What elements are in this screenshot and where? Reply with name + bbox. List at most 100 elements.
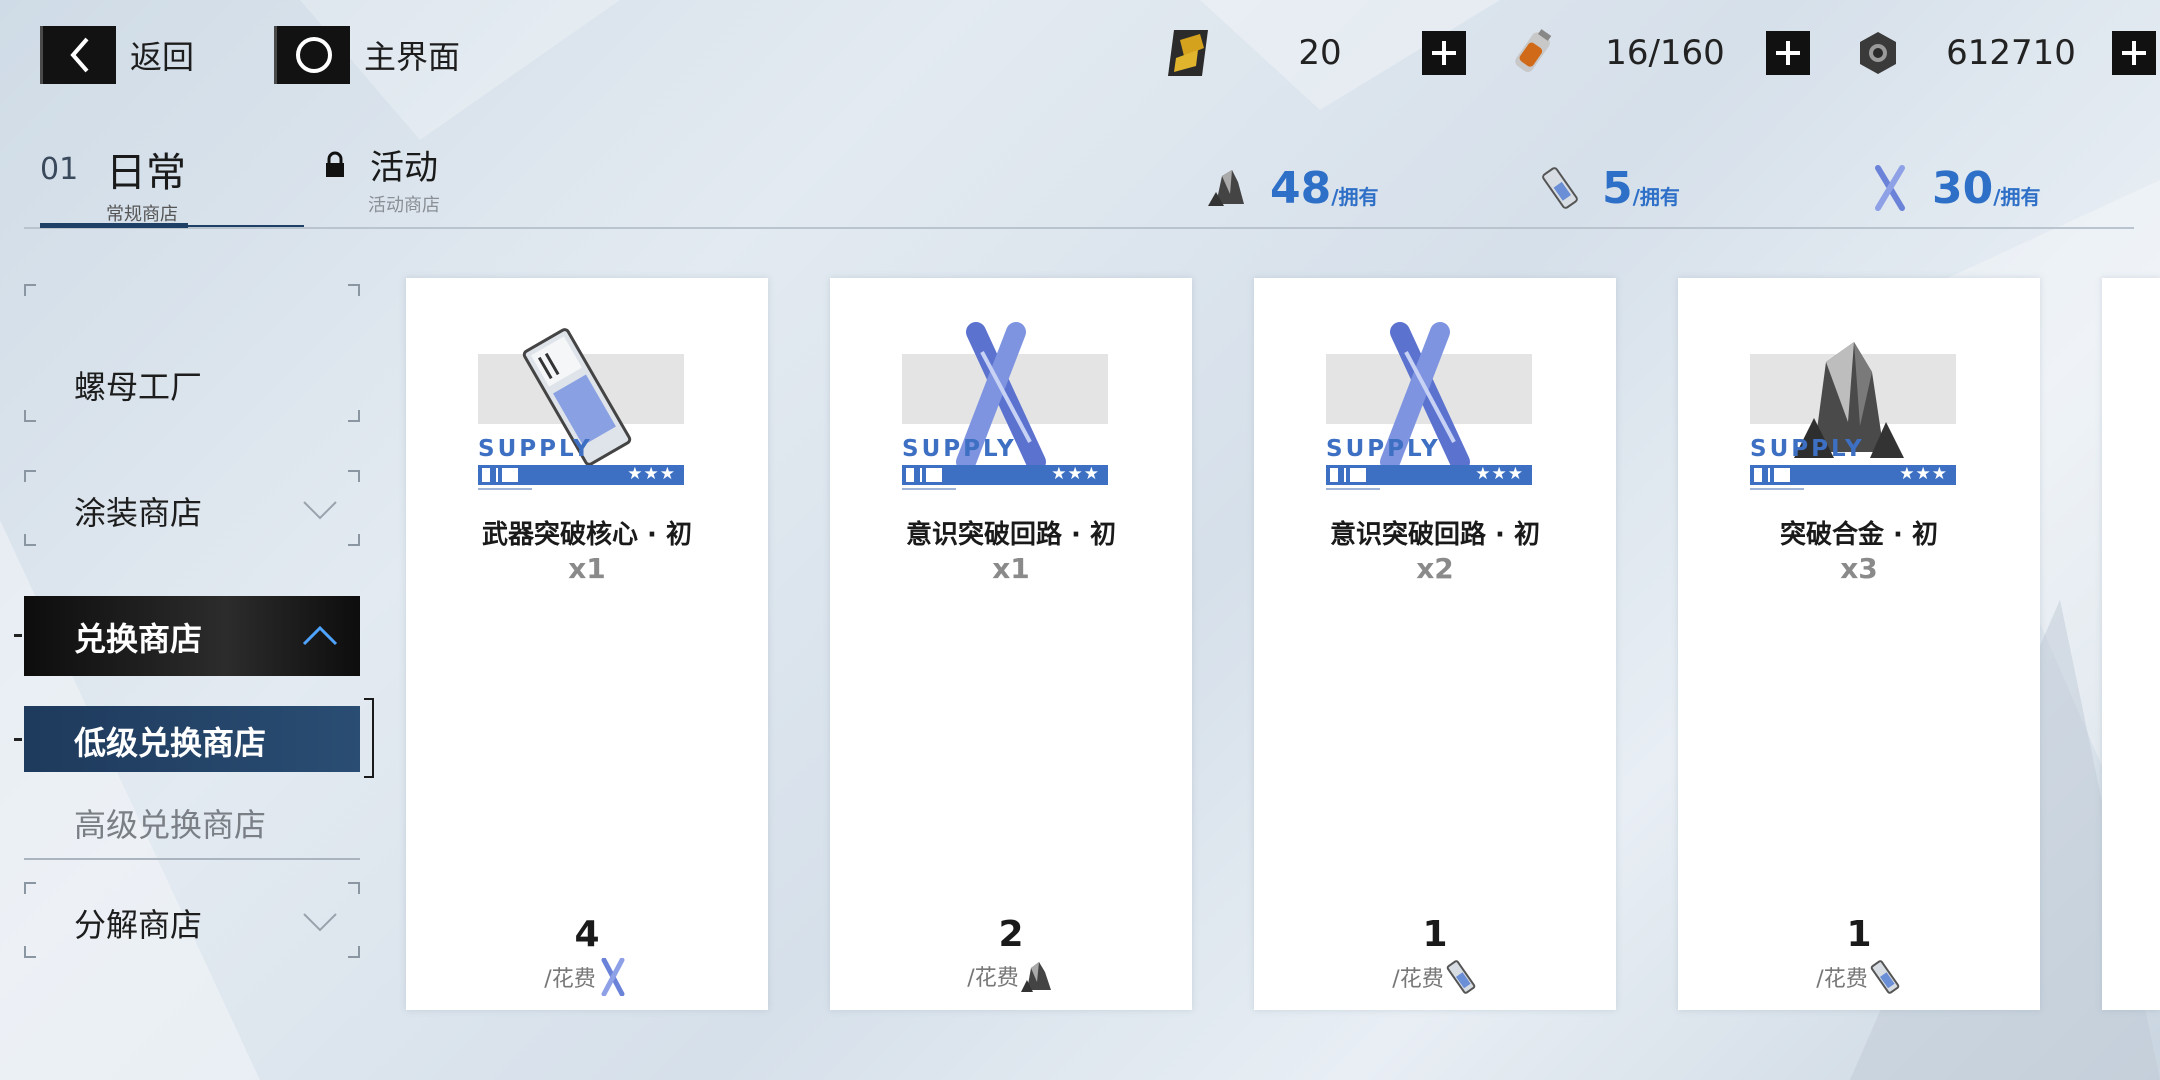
sidebar-label: 涂装商店 xyxy=(74,494,203,532)
sidebar-item-low-exchange[interactable]: 低级兑换商店 xyxy=(24,706,360,772)
home-label: 主界面 xyxy=(364,38,461,76)
resource-value-blackcard: 20 xyxy=(1298,33,1342,73)
resource-value-serum: 16/160 xyxy=(1605,33,1725,73)
tab-active-indicator-tail xyxy=(188,225,304,227)
add-blackcard-button[interactable] xyxy=(1422,31,1466,75)
sidebar-label: 螺母工厂 xyxy=(74,368,203,406)
chevron-down-icon xyxy=(303,913,337,932)
back-label: 返回 xyxy=(130,38,195,76)
owned-suffix: /拥有 xyxy=(1331,184,1379,209)
card-underline xyxy=(902,488,956,490)
card-item-name: 武器突破核心 · 初 xyxy=(482,520,692,550)
plus-icon xyxy=(1432,41,1456,65)
card-cost-label: /花费 xyxy=(1392,967,1444,992)
tab-daily-label: 日常 xyxy=(106,150,186,196)
card-item-name: 意识突破回路 · 初 xyxy=(906,520,1116,550)
resource-blackcard: 20 xyxy=(1160,26,1470,80)
card-item-qty: x1 xyxy=(568,552,606,585)
chevron-down-icon xyxy=(303,501,337,520)
owned-circuit: 30 /拥有 xyxy=(1866,160,2041,216)
card-rarity-bar: ★★★ xyxy=(1326,464,1532,485)
sidebar-item-decompose-shop[interactable]: 分解商店 xyxy=(24,882,360,958)
card-underline xyxy=(478,488,532,490)
resource-serum: 16/160 xyxy=(1504,26,1814,80)
card-rarity-bar: ★★★ xyxy=(1750,464,1956,485)
owned-suffix: /拥有 xyxy=(1632,184,1680,209)
tab-daily[interactable]: 日常 常规商店 xyxy=(106,140,186,226)
card-cost-label: /花费 xyxy=(967,966,1019,991)
card-item-name: 意识突破回路 · 初 xyxy=(1330,520,1540,550)
tab-event-sub: 活动商店 xyxy=(368,195,440,216)
sidebar-item-high-exchange[interactable]: 高级兑换商店 xyxy=(24,790,360,856)
back-button[interactable]: 返回 xyxy=(40,26,194,84)
owned-alloy-count: 48 xyxy=(1270,162,1332,214)
sidebar-marker xyxy=(14,634,22,637)
add-coin-button[interactable] xyxy=(2112,31,2156,75)
home-button[interactable]: 主界面 xyxy=(274,26,460,84)
card-underline xyxy=(1326,488,1380,490)
shop-card-partial[interactable] xyxy=(2102,278,2160,1010)
sidebar-item-nut-factory[interactable]: 螺母工厂 xyxy=(24,284,360,422)
tab-divider xyxy=(24,227,2134,229)
sidebar-label: 分解商店 xyxy=(74,906,203,944)
card-cost-label: /花费 xyxy=(1816,967,1868,992)
circuit-icon xyxy=(1875,165,1905,211)
core-vial-icon xyxy=(1446,960,1476,994)
tab-active-indicator xyxy=(40,223,188,228)
card-stars: ★★★ xyxy=(1475,464,1524,484)
shop-card[interactable]: SUPPLY ★★★ 武器突破核心 · 初 x1 4 /花费 xyxy=(406,278,768,1010)
lock-icon xyxy=(326,151,344,177)
card-stars: ★★★ xyxy=(1899,464,1948,484)
owned-alloy: 48 /拥有 xyxy=(1204,160,1379,216)
card-item-name: 突破合金 · 初 xyxy=(1780,520,1938,550)
core-vial-icon xyxy=(1542,167,1578,209)
shop-card[interactable]: SUPPLY ★★★ 意识突破回路 · 初 x2 1 /花费 xyxy=(1254,278,1616,1010)
card-item-qty: x2 xyxy=(1416,552,1454,585)
circuit-icon xyxy=(601,958,625,996)
card-cost: /花费 xyxy=(830,958,1192,994)
add-serum-button[interactable] xyxy=(1766,31,1810,75)
card-rarity-bar: ★★★ xyxy=(478,464,684,485)
serum-icon xyxy=(1515,29,1552,72)
sidebar-label: 兑换商店 xyxy=(74,620,203,658)
tab-event-label: 活动 xyxy=(370,148,438,188)
card-cost-label: /花费 xyxy=(544,967,596,992)
sidebar-marker xyxy=(14,738,22,741)
card-supply-label: SUPPLY xyxy=(1326,436,1441,462)
card-rarity-bar: ★★★ xyxy=(902,464,1108,485)
owned-circuit-count: 30 xyxy=(1932,162,1994,214)
sidebar-item-coating-shop[interactable]: 涂装商店 xyxy=(24,470,360,546)
alloy-icon xyxy=(1208,170,1244,206)
blackcard-icon xyxy=(1168,30,1208,76)
sidebar-label: 低级兑换商店 xyxy=(74,724,267,762)
shop-card[interactable]: SUPPLY ★★★ 突破合金 · 初 x3 1 /花费 xyxy=(1678,278,2040,1010)
plus-icon xyxy=(1776,41,1800,65)
shop-card[interactable]: SUPPLY ★★★ 意识突破回路 · 初 x1 2 /花费 xyxy=(830,278,1192,1010)
chevron-up-icon xyxy=(302,625,338,646)
card-cost: /花费 xyxy=(1678,958,2040,996)
card-supply-label: SUPPLY xyxy=(1750,436,1865,462)
resource-coin: 612710 xyxy=(1850,26,2160,80)
chevron-left-icon xyxy=(69,37,89,73)
card-stars: ★★★ xyxy=(627,464,676,484)
card-price: 1 xyxy=(1846,914,1872,955)
card-cost: /花费 xyxy=(406,958,768,996)
tab-event[interactable]: 活动 活动商店 xyxy=(322,140,440,217)
card-price: 1 xyxy=(1422,914,1448,955)
card-underline xyxy=(1750,488,1804,490)
sidebar-item-exchange-shop[interactable]: 兑换商店 xyxy=(24,596,360,676)
owned-core-count: 5 xyxy=(1602,162,1633,214)
card-item-qty: x3 xyxy=(1840,552,1878,585)
sidebar-divider xyxy=(24,858,360,860)
sidebar-selected-bracket xyxy=(364,698,374,778)
card-item-qty: x1 xyxy=(992,552,1030,585)
owned-core: 5 /拥有 xyxy=(1536,160,1680,216)
circle-icon xyxy=(295,37,332,73)
plus-icon xyxy=(2122,41,2146,65)
tab-daily-number: 01 xyxy=(40,152,79,187)
card-supply-label: SUPPLY xyxy=(478,436,593,462)
card-stars: ★★★ xyxy=(1051,464,1100,484)
card-price: 2 xyxy=(998,914,1024,955)
coin-nut-icon xyxy=(1860,32,1896,74)
card-price: 4 xyxy=(574,914,600,955)
